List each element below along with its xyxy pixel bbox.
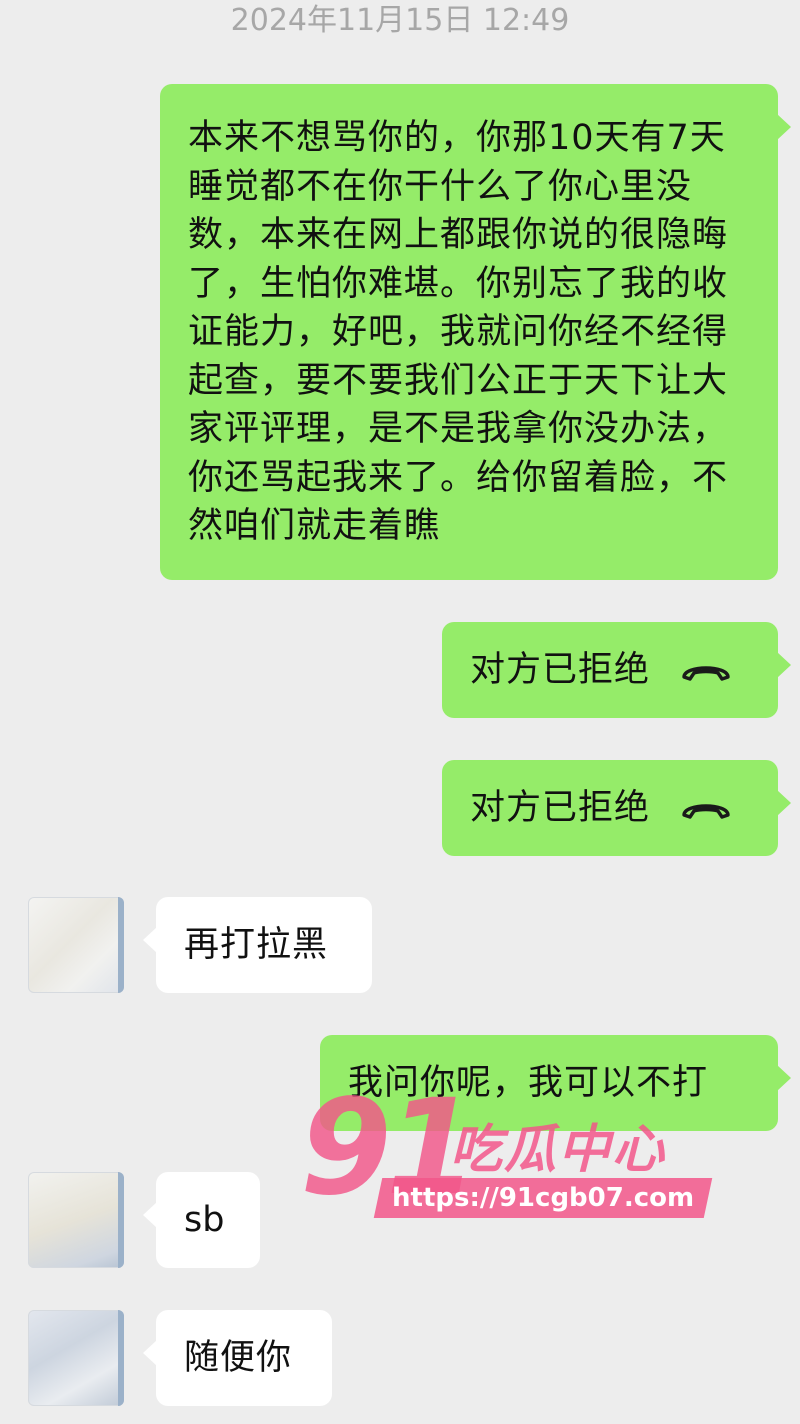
contact-avatar[interactable] bbox=[28, 1310, 124, 1406]
message-text: 本来不想骂你的，你那10天有7天睡觉都不在你干什么了你心里没数，本来在网上都跟你… bbox=[188, 118, 729, 546]
chat-timestamp: 2024年11月15日 12:49 bbox=[230, 3, 570, 38]
message-bubble-incoming[interactable]: 随便你 bbox=[143, 1310, 332, 1406]
hangup-phone-icon bbox=[682, 666, 730, 681]
message-text: sb bbox=[184, 1200, 225, 1240]
message-bubble-incoming[interactable]: 再打拉黑 bbox=[143, 897, 372, 993]
message-text: 再打拉黑 bbox=[184, 925, 329, 965]
call-status-text: 对方已拒绝 bbox=[470, 788, 651, 828]
call-status-text: 对方已拒绝 bbox=[470, 650, 651, 690]
message-text: 我问你呢，我可以不打 bbox=[348, 1063, 709, 1103]
message-bubble-incoming[interactable]: sb bbox=[143, 1172, 260, 1268]
message-bubble-outgoing[interactable]: 本来不想骂你的，你那10天有7天睡觉都不在你干什么了你心里没数，本来在网上都跟你… bbox=[160, 84, 791, 580]
watermark-url: https://91cgb07.com bbox=[373, 1178, 713, 1218]
contact-avatar[interactable] bbox=[28, 1172, 124, 1268]
hangup-phone-icon bbox=[682, 804, 730, 819]
message-bubble-outgoing[interactable]: 我问你呢，我可以不打 bbox=[320, 1035, 791, 1131]
call-record-outgoing[interactable]: 对方已拒绝 bbox=[442, 760, 791, 856]
call-record-outgoing[interactable]: 对方已拒绝 bbox=[442, 622, 791, 718]
contact-avatar[interactable] bbox=[28, 897, 124, 993]
message-text: 随便你 bbox=[184, 1338, 293, 1378]
